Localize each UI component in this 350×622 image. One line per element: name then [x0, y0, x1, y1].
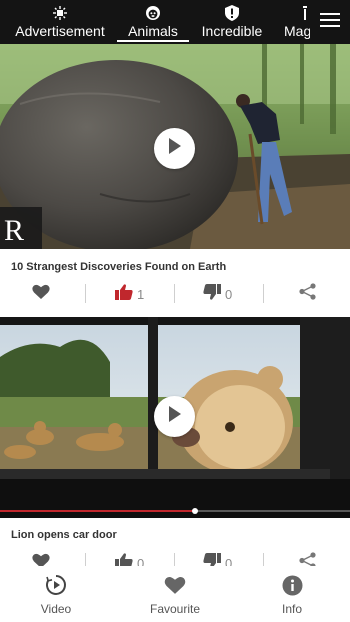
like-button[interactable]: 1 — [115, 281, 144, 307]
video-thumbnail[interactable]: R — [0, 44, 350, 249]
play-icon — [168, 405, 182, 428]
info-icon — [282, 574, 303, 596]
nav-favourite[interactable]: Favourite — [140, 566, 210, 622]
monkey-face-icon — [145, 4, 161, 21]
hamburger-menu-icon — [320, 12, 340, 33]
share-icon — [299, 283, 316, 305]
tab-label: Incredible — [201, 23, 263, 39]
bottom-navigation: Video Favourite Info — [0, 566, 350, 622]
video-title[interactable]: 10 Strangest Discoveries Found on Earth — [11, 261, 226, 273]
play-button[interactable] — [154, 128, 195, 169]
shield-exclamation-icon — [225, 4, 239, 21]
play-circle-icon — [45, 574, 67, 596]
magic-wand-icon — [302, 4, 308, 21]
video-actions: 1 0 — [0, 281, 350, 307]
thumbs-down-icon — [203, 283, 221, 305]
nav-video[interactable]: Video — [26, 566, 86, 622]
thumbs-up-icon — [115, 283, 133, 305]
active-tab-indicator — [117, 40, 189, 42]
nav-info[interactable]: Info — [267, 566, 317, 622]
tab-incredible[interactable]: Incredible — [198, 0, 266, 44]
play-icon — [168, 137, 182, 160]
dislike-button[interactable]: 0 — [203, 281, 232, 307]
tab-label: Advertisement — [15, 23, 105, 39]
nav-label: Favourite — [149, 602, 201, 616]
heart-icon — [32, 284, 50, 305]
share-button[interactable] — [299, 281, 316, 307]
heart-icon — [164, 574, 186, 596]
channel-watermark: R — [4, 214, 24, 247]
dislike-count: 0 — [225, 286, 233, 302]
tab-label: Mag — [284, 23, 312, 39]
divider — [85, 284, 86, 303]
top-tab-bar: Advertisement Animals Incredible Mag — [0, 0, 350, 44]
divider — [263, 284, 264, 303]
video-thumbnail[interactable] — [0, 317, 350, 518]
sparkle-icon — [53, 4, 67, 21]
nav-label: Video — [40, 602, 72, 616]
nav-label: Info — [281, 602, 302, 616]
menu-button[interactable] — [310, 0, 350, 44]
favourite-button[interactable] — [32, 281, 50, 307]
play-button[interactable] — [154, 396, 195, 437]
like-count: 1 — [137, 286, 145, 302]
tab-label: Animals — [128, 23, 178, 39]
video-title[interactable]: Lion opens car door — [11, 529, 117, 541]
tab-advertisement[interactable]: Advertisement — [12, 0, 108, 44]
tab-animals[interactable]: Animals — [117, 0, 189, 44]
divider — [174, 284, 175, 303]
